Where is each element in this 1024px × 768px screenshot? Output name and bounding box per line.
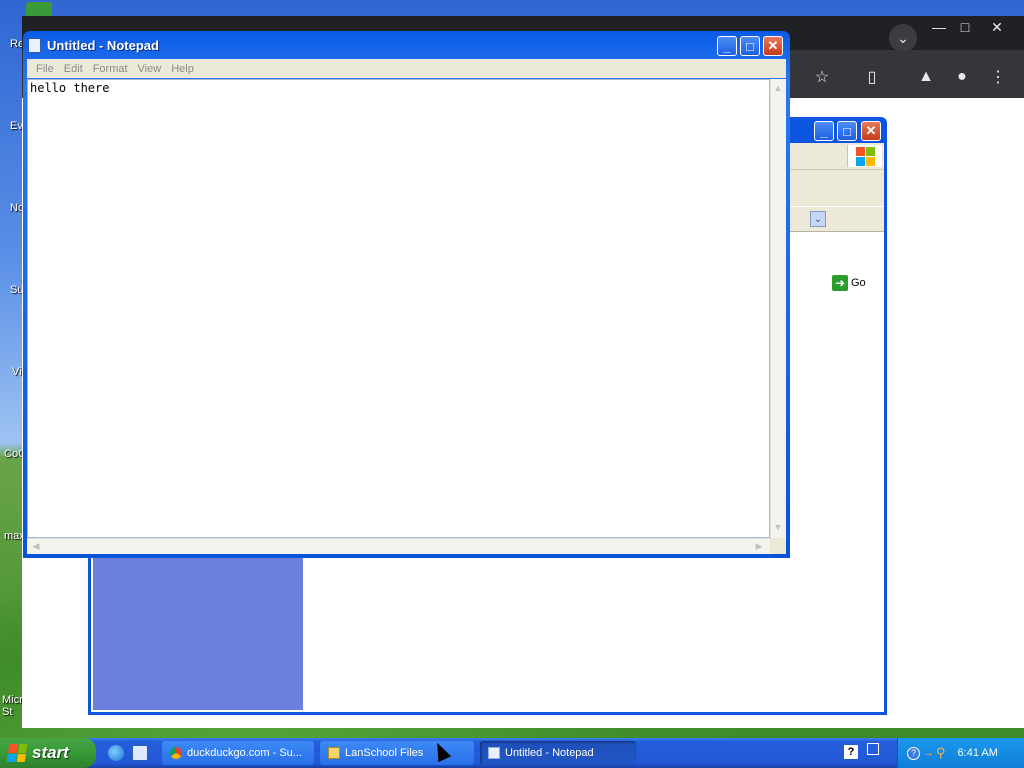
horizontal-scrollbar[interactable]: ◀ ▶ [27,538,770,554]
notepad-window: Untitled - Notepad _ □ ✕ File Edit Forma… [23,31,790,558]
labs-flask-icon[interactable]: ▲ [912,63,940,91]
task-label: LanSchool Files [345,747,424,759]
minimize-button[interactable]: _ [717,36,737,56]
start-label: start [32,743,69,762]
start-button[interactable]: start [0,738,96,768]
maximize-button[interactable]: □ [740,36,760,56]
vertical-scrollbar[interactable]: ▲ ▼ [770,79,786,538]
editor-content[interactable]: hello there [30,81,109,95]
maximize-icon[interactable]: □ [950,16,980,38]
windows-logo-icon [6,744,28,762]
menu-file[interactable]: File [31,63,59,75]
network-icon[interactable] [867,743,879,755]
menu-kebab-icon[interactable]: ⋮ [984,63,1012,91]
search-magnifier-icon[interactable]: ⚲ [936,745,946,761]
desktop-shortcut-icon[interactable] [132,745,148,761]
bookmark-star-icon[interactable]: ☆ [808,63,836,91]
text-editor[interactable]: hello there [27,79,770,538]
notepad-icon[interactable] [28,38,41,53]
task-label: duckduckgo.com - Su... [187,747,302,759]
task-label: Untitled - Notepad [505,747,594,759]
scroll-right-icon[interactable]: ▶ [752,539,766,553]
resize-grip[interactable] [770,538,786,554]
scroll-up-icon[interactable]: ▲ [771,81,785,95]
go-button[interactable]: ➜ Go [832,274,876,292]
internet-explorer-icon[interactable] [108,745,124,761]
extensions-icon[interactable]: ▯ [858,63,886,91]
close-button[interactable]: ✕ [861,121,881,141]
go-label: Go [851,277,866,289]
task-duckduckgo[interactable]: duckduckgo.com - Su... [162,741,314,765]
close-icon[interactable]: ✕ [982,16,1012,38]
menu-edit[interactable]: Edit [59,63,88,75]
menubar: File Edit Format View Help [27,59,786,78]
system-tray: ? → ⚲ 6:41 AM [897,738,1024,768]
menu-format[interactable]: Format [88,63,133,75]
profile-avatar-icon[interactable]: ● [948,63,976,91]
menu-help[interactable]: Help [166,63,199,75]
chrome-icon [170,747,182,759]
taskbar: start duckduckgo.com - Su... LanSchool F… [0,738,1024,768]
help-icon[interactable]: ? [844,745,858,759]
arrow-icon[interactable]: → [923,747,934,759]
go-arrow-icon: ➜ [832,275,848,291]
maximize-button[interactable]: □ [837,121,857,141]
address-dropdown-icon[interactable]: ⌄ [810,211,826,227]
menu-view[interactable]: View [133,63,167,75]
scroll-left-icon[interactable]: ◀ [29,539,43,553]
window-title: Untitled - Notepad [47,38,159,53]
close-button[interactable]: ✕ [763,36,783,56]
task-lanschool-files[interactable]: LanSchool Files [320,741,474,765]
scroll-down-icon[interactable]: ▼ [771,520,785,534]
task-notepad[interactable]: Untitled - Notepad [480,741,636,765]
minimize-button[interactable]: _ [814,121,834,141]
folder-icon [328,747,340,759]
windows-logo-icon [847,145,882,167]
notepad-icon [488,747,500,759]
explorer-task-pane [93,556,303,710]
tab-search-icon[interactable]: ⌄ [889,24,917,52]
clock[interactable]: 6:41 AM [958,747,998,759]
help-circle-icon[interactable]: ? [907,746,920,760]
